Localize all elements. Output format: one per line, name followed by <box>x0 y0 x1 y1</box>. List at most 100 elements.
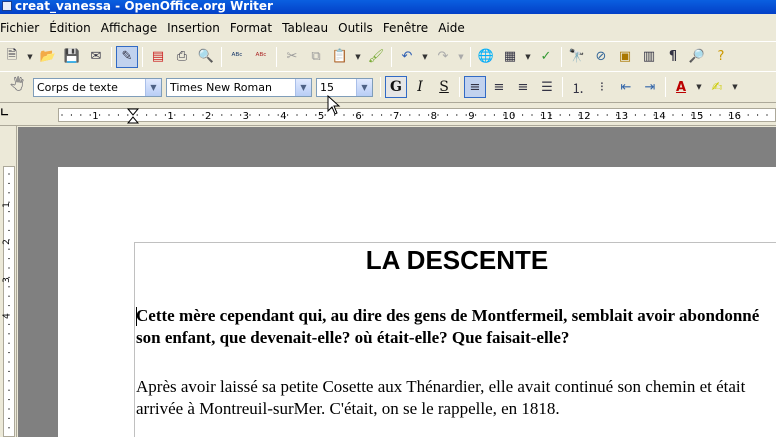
find-replace-icon[interactable]: 🔭 <box>566 46 588 68</box>
writer-window: creat_vanessa - OpenOffice.org Writer Fi… <box>0 0 776 437</box>
increase-indent-icon[interactable]: ⇥ <box>639 76 661 98</box>
ruler-number: 16 <box>728 111 741 122</box>
new-doc-dropdown-icon[interactable]: ▼ <box>24 46 36 68</box>
ruler-number: 4 <box>280 111 286 122</box>
menu-fichier[interactable]: Fichier <box>0 21 44 35</box>
paste-icon[interactable]: 📋 <box>329 46 351 68</box>
menu-edition[interactable]: Édition <box>44 21 96 35</box>
chevron-down-icon[interactable]: ▼ <box>295 78 311 96</box>
title-bar[interactable]: creat_vanessa - OpenOffice.org Writer <box>0 0 776 14</box>
separator <box>459 77 460 97</box>
indent-marker[interactable] <box>126 108 140 124</box>
menu-aide[interactable]: Aide <box>433 21 470 35</box>
window-title: creat_vanessa - OpenOffice.org Writer <box>15 0 273 13</box>
separator <box>221 46 222 67</box>
vertical-ruler-number: 3 <box>2 277 12 283</box>
navigator-icon[interactable]: ⊘ <box>590 46 612 68</box>
ruler-number: 11 <box>540 111 553 122</box>
vertical-ruler-number: 4 <box>2 313 12 319</box>
separator <box>562 77 563 97</box>
font-name-select[interactable]: Times New Roman ▼ <box>166 77 312 97</box>
highlight-icon[interactable]: ✍ <box>706 76 728 98</box>
menu-format[interactable]: Format <box>225 21 277 35</box>
mouse-pointer-icon <box>327 95 341 115</box>
menu-affichage[interactable]: Affichage <box>96 21 162 35</box>
numbering-icon[interactable]: ⒈ <box>567 76 589 98</box>
horizontal-ruler[interactable]: ∟ 1 1 2 3 4 5 6 7 8 9 10 11 12 13 14 15 16 <box>0 104 776 126</box>
autospell-icon[interactable]: ᴬᴮᶜ <box>250 46 272 68</box>
cut-icon[interactable]: ✂ <box>281 46 303 68</box>
vertical-ruler-number: 2 <box>2 239 12 245</box>
undo-icon[interactable]: ↶ <box>396 46 418 68</box>
redo-icon[interactable]: ↷ <box>432 46 454 68</box>
draw-functions-icon[interactable]: ✓ <box>535 46 557 68</box>
copy-icon[interactable]: ⧉ <box>305 46 327 68</box>
chevron-down-icon[interactable]: ▼ <box>356 78 372 96</box>
clone-format-icon[interactable]: 🖌 <box>365 46 387 68</box>
document-page[interactable]: LA DESCENTE Cette mère cependant qui, au… <box>58 167 776 437</box>
align-center-icon[interactable]: ≡ <box>488 76 510 98</box>
ruler-number: 1 <box>92 111 98 122</box>
paste-dropdown-icon[interactable]: ▼ <box>352 46 364 68</box>
chevron-down-icon[interactable]: ▼ <box>145 78 161 96</box>
edit-mode-icon[interactable]: ✎ <box>116 45 138 68</box>
paragraph-style-select[interactable]: Corps de texte ▼ <box>33 77 162 97</box>
ruler-ticks: 1 1 2 3 4 5 6 7 8 9 10 11 12 13 14 15 16 <box>61 108 768 124</box>
menu-insertion[interactable]: Insertion <box>162 21 225 35</box>
separator <box>142 46 143 67</box>
gallery-icon[interactable]: ▣ <box>614 46 636 68</box>
vertical-ruler-number: 1 <box>2 202 12 208</box>
text-area[interactable]: LA DESCENTE Cette mère cependant qui, au… <box>134 242 776 437</box>
save-icon[interactable]: 💾 <box>61 46 83 68</box>
vertical-ruler[interactable]: 11234 <box>0 126 17 437</box>
print-icon[interactable]: ⎙ <box>171 46 193 68</box>
menu-tableau[interactable]: Tableau <box>277 21 333 35</box>
font-size-select[interactable]: 15 ▼ <box>316 77 373 97</box>
ruler-number: 5 <box>318 111 324 122</box>
font-color-icon[interactable]: A <box>670 76 692 98</box>
standard-toolbar: 🗎 ▼ 📂 💾 ✉ ✎ ▤ ⎙ 🔍 ᴬᴮᶜ ᴬᴮᶜ ✂ ⧉ 📋 ▼ 🖌 ↶ ▼ … <box>0 41 776 71</box>
open-folder-icon[interactable]: 📂 <box>37 46 59 68</box>
bold-button[interactable]: G <box>385 76 407 98</box>
styles-formatting-icon[interactable]: 🖑 <box>6 76 28 98</box>
separator <box>665 77 666 97</box>
app-icon[interactable] <box>2 1 12 11</box>
vertical-ruler-ticks: 11234 <box>2 173 12 429</box>
ruler-number: 14 <box>653 111 666 122</box>
zoom-icon[interactable]: 🔎 <box>686 46 708 68</box>
decrease-indent-icon[interactable]: ⇤ <box>615 76 637 98</box>
ruler-number: 9 <box>468 111 474 122</box>
bullets-icon[interactable]: ⁝ <box>591 76 613 98</box>
print-preview-icon[interactable]: 🔍 <box>195 46 217 68</box>
ruler-number: 1 <box>167 111 173 122</box>
menu-fenetre[interactable]: Fenêtre <box>378 21 433 35</box>
redo-dropdown-icon[interactable]: ▼ <box>455 46 467 68</box>
font-color-dropdown-icon[interactable]: ▼ <box>693 76 705 98</box>
italic-button[interactable]: I <box>409 76 431 98</box>
undo-dropdown-icon[interactable]: ▼ <box>419 46 431 68</box>
menu-outils[interactable]: Outils <box>333 21 378 35</box>
new-doc-icon[interactable]: 🗎 <box>1 46 23 68</box>
nonprinting-chars-icon[interactable]: ¶ <box>662 46 684 68</box>
highlight-dropdown-icon[interactable]: ▼ <box>729 76 741 98</box>
ruler-number: 10 <box>503 111 516 122</box>
ruler-number: 15 <box>691 111 704 122</box>
spellcheck-icon[interactable]: ᴬᴮᶜ <box>226 46 248 68</box>
underline-button[interactable]: S <box>433 76 455 98</box>
justify-icon[interactable]: ☰ <box>536 76 558 98</box>
table-icon[interactable]: ▦ <box>499 46 521 68</box>
table-dropdown-icon[interactable]: ▼ <box>522 46 534 68</box>
ruler-number: 7 <box>393 111 399 122</box>
align-left-icon[interactable]: ≡ <box>464 76 486 98</box>
align-right-icon[interactable]: ≡ <box>512 76 534 98</box>
separator <box>380 77 381 97</box>
email-icon[interactable]: ✉ <box>85 46 107 68</box>
document-title: LA DESCENTE <box>365 245 549 275</box>
paragraph-1: Cette mère cependant qui, au dire des ge… <box>136 306 760 347</box>
export-pdf-icon[interactable]: ▤ <box>147 46 169 68</box>
document-workspace[interactable]: LA DESCENTE Cette mère cependant qui, au… <box>18 127 776 437</box>
data-sources-icon[interactable]: ▥ <box>638 46 660 68</box>
formatting-toolbar: 🖑 Corps de texte ▼ Times New Roman ▼ 15 … <box>0 71 776 103</box>
help-icon[interactable]: ? <box>710 46 732 68</box>
hyperlink-icon[interactable]: 🌐 <box>475 46 497 68</box>
